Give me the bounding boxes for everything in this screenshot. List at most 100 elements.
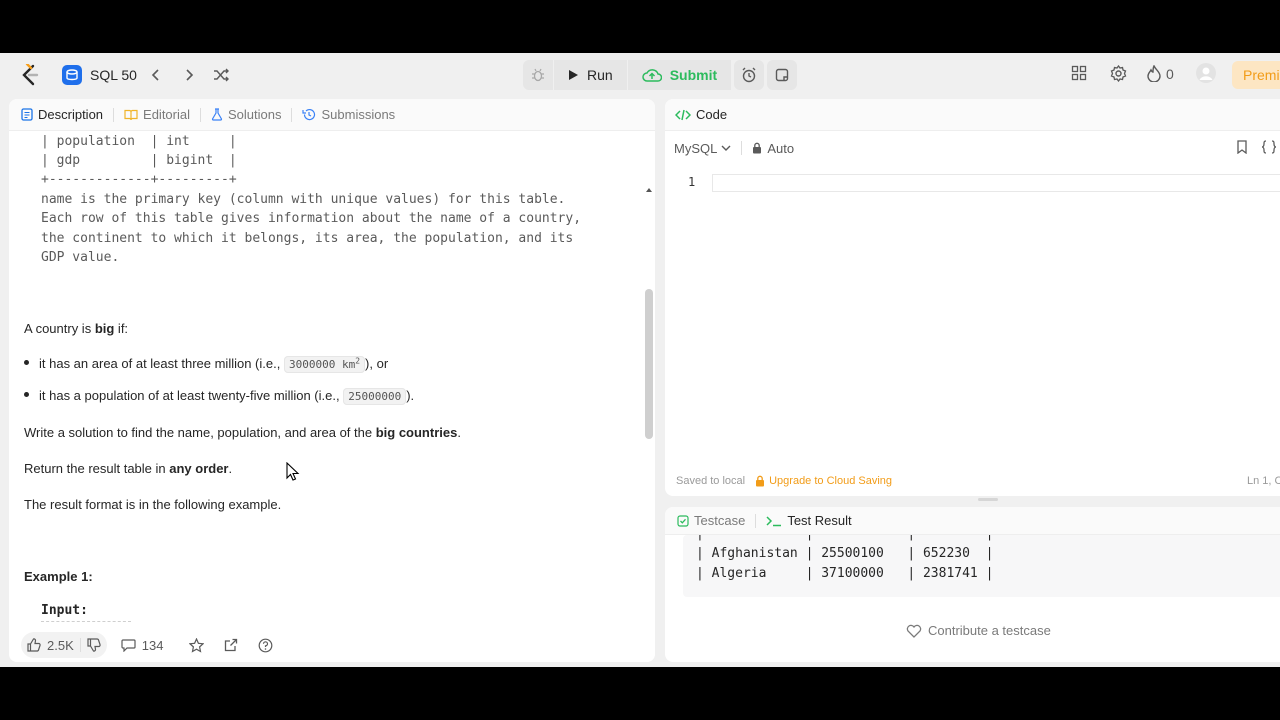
comment-count: 134	[141, 637, 164, 653]
problem-list-link[interactable]: SQL 50	[62, 65, 137, 85]
bullet-text: ).	[406, 388, 415, 403]
tab-test-result-label: Test Result	[787, 513, 852, 528]
comments-button[interactable]: 134	[121, 637, 164, 653]
timer-button[interactable]	[734, 60, 765, 90]
inline-code: 25000000	[343, 388, 407, 405]
language-select[interactable]: MySQL	[674, 141, 731, 156]
order-bold: any order	[169, 461, 229, 476]
current-line-highlight[interactable]	[712, 174, 1280, 192]
tab-editorial-label: Editorial	[143, 107, 190, 122]
scroll-up-icon[interactable]	[645, 187, 653, 193]
big-definition-bold: big	[94, 321, 115, 336]
chevron-right-icon	[186, 69, 194, 81]
help-button[interactable]	[258, 638, 273, 653]
scroll-thumb[interactable]	[645, 289, 653, 439]
favorite-button[interactable]	[189, 637, 205, 653]
thumbs-up-icon[interactable]	[27, 638, 41, 652]
order-pre: Return the result table in	[24, 461, 170, 476]
submit-button[interactable]: Submit	[627, 60, 732, 90]
contribute-label: Contribute a testcase	[928, 623, 1051, 638]
leetcode-logo[interactable]	[20, 64, 40, 86]
streak-counter[interactable]: 0	[1147, 65, 1174, 82]
code-header-label: Code	[696, 107, 728, 122]
description-content: | population | int | | gdp | bigint | +-…	[9, 133, 641, 625]
bullet-dot	[24, 392, 29, 398]
top-nav: SQL 50 Run Submit 0 Premi	[0, 53, 1280, 96]
book-icon	[124, 109, 138, 120]
result-tabs: Testcase Test Result	[665, 507, 1280, 535]
shuffle-icon	[214, 68, 229, 82]
next-problem-button[interactable]	[180, 66, 198, 84]
tab-submissions[interactable]: Submissions	[302, 107, 395, 122]
checkbox-icon	[677, 514, 689, 527]
bullet-text: it has a population of at least twenty-f…	[39, 388, 344, 403]
description-scrollbar[interactable]	[643, 183, 653, 662]
tab-solutions[interactable]: Solutions	[211, 107, 281, 122]
layout-button[interactable]	[1071, 65, 1087, 81]
code-header: Code	[665, 99, 1280, 131]
tab-testcase[interactable]: Testcase	[677, 513, 745, 528]
example-table-edge	[41, 621, 131, 625]
panel-resize-handle[interactable]	[978, 498, 998, 501]
auto-complete-toggle[interactable]: Auto	[752, 141, 794, 156]
schema-note: Each row of this table gives information…	[41, 211, 582, 226]
like-dislike-group: 2.5K	[21, 632, 107, 658]
flask-icon	[211, 108, 223, 121]
tab-description-label: Description	[38, 107, 104, 122]
run-submit-group: Run Submit	[523, 60, 798, 90]
tab-submissions-label: Submissions	[321, 107, 396, 122]
lock-icon	[756, 475, 765, 487]
schema-line: | gdp | bigint |	[41, 153, 237, 168]
saved-status: Saved to local	[676, 475, 746, 487]
tab-description[interactable]: Description	[21, 107, 103, 122]
result-panel: Testcase Test Result | ----------- | ---…	[665, 507, 1280, 662]
table-row: | ----------- | ---------- | ------- |	[683, 535, 1280, 544]
bullet-text: ), or	[365, 356, 389, 371]
schema-line: | population | int |	[41, 134, 237, 149]
avatar[interactable]	[1196, 63, 1216, 83]
tab-solutions-label: Solutions	[228, 107, 282, 122]
code-editor[interactable]: 1	[665, 174, 1280, 192]
tab-test-result[interactable]: Test Result	[766, 513, 852, 528]
description-tabs: Description Editorial Solutions Submissi…	[9, 99, 655, 131]
big-definition-post: if:	[114, 321, 129, 336]
tab-editorial[interactable]: Editorial	[124, 107, 190, 122]
notes-button[interactable]	[767, 60, 798, 90]
thumbs-down-icon[interactable]	[87, 638, 101, 652]
schema-note: name is the primary key (column with uni…	[41, 192, 566, 207]
table-row: | Afghanistan | 25500100 | 652230 |	[696, 546, 994, 561]
task-statement: Write a solution to find the name, popul…	[24, 424, 461, 442]
submit-label: Submit	[669, 67, 718, 83]
upgrade-cloud-link[interactable]: Upgrade to Cloud Saving	[755, 475, 892, 487]
divider	[79, 638, 81, 652]
schema-border: +-------------+---------+	[41, 172, 237, 187]
like-count[interactable]: 2.5K	[47, 638, 74, 653]
mouse-cursor-icon	[286, 462, 300, 481]
shuffle-button[interactable]	[212, 66, 230, 84]
bookmark-icon[interactable]	[1236, 140, 1248, 154]
bullet-text: it has an area of at least three million…	[39, 356, 284, 371]
question-circle-icon	[259, 638, 273, 652]
input-label: Input:	[41, 603, 88, 618]
settings-button[interactable]	[1110, 65, 1127, 82]
bug-icon	[532, 68, 544, 82]
run-button[interactable]: Run	[554, 60, 627, 90]
table-row: | Algeria | 37100000 | 2381741 |	[696, 566, 994, 581]
debug-button[interactable]	[523, 60, 553, 90]
schema-note: GDP value.	[41, 250, 120, 265]
order-post: .	[228, 461, 233, 476]
format-statement: The result format is in the following ex…	[24, 497, 282, 512]
description-panel: Description Editorial Solutions Submissi…	[9, 99, 655, 662]
prev-problem-button[interactable]	[147, 66, 165, 84]
editor-toolbar: MySQL Auto	[665, 131, 1280, 165]
share-button[interactable]	[224, 638, 238, 652]
comment-icon	[121, 639, 136, 652]
braces-icon[interactable]	[1261, 140, 1277, 154]
document-icon	[21, 108, 33, 121]
task-bold: big countries	[375, 425, 458, 440]
upgrade-label: Upgrade to Cloud Saving	[769, 475, 893, 487]
note-icon	[775, 68, 789, 82]
premium-button[interactable]: Premium	[1232, 61, 1280, 89]
schema-note: the continent to which it belongs, its a…	[41, 231, 574, 246]
contribute-testcase-button[interactable]: Contribute a testcase	[906, 623, 1051, 638]
